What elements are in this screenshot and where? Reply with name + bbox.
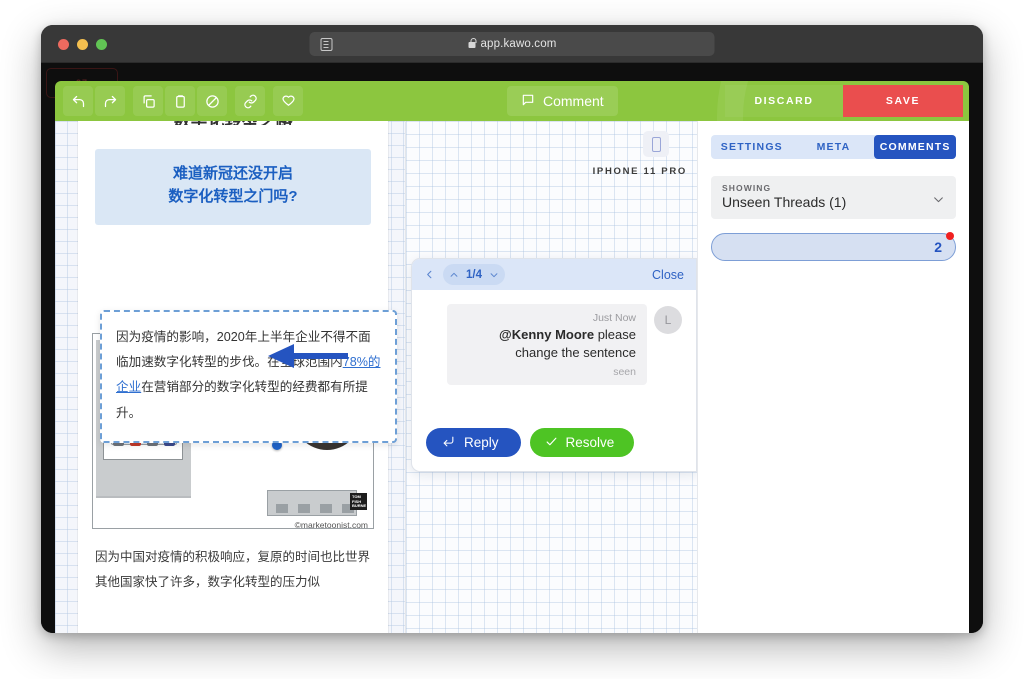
cartoon-credit: ©marketoonist.com [295,520,368,530]
cartoon-signature: TOM FISH BURNE [350,493,367,510]
reply-button[interactable]: Reply [426,428,521,457]
article-bottom-paragraph: 因为中国对疫情的积极响应，复原的时间也比世界其他国家快了许多，数字化转型的压力似 [95,545,374,595]
showing-value: Unseen Threads (1) [722,194,945,210]
app-area: 27 [41,63,983,633]
address-bar[interactable]: app.kawo.com [310,32,715,56]
redo-icon[interactable] [95,86,125,116]
phone-icon[interactable] [643,131,669,157]
zoom-window-button[interactable] [96,39,107,50]
selected-paragraph-box[interactable]: 因为疫情的影响，2020年上半年企业不得不面临加速数字化转型的步伐。在全球范围内… [100,310,397,443]
undo-icon[interactable] [63,86,93,116]
link-icon[interactable] [235,86,265,116]
thread-counter: 1/4 [465,269,483,281]
window-traffic-lights [58,39,107,50]
comment-message: Just Now @Kenny Moore please change the … [426,304,682,385]
device-label: IPHONE 11 PRO [593,166,687,177]
reply-label: Reply [464,435,499,450]
comment-thread-body: Just Now @Kenny Moore please change the … [412,290,696,418]
url-text: app.kawo.com [481,38,557,50]
check-icon [545,435,558,451]
comment-timestamp: Just Now [458,312,636,324]
clear-icon[interactable] [197,86,227,116]
comment-text: @Kenny Moore please change the sentence [458,326,636,363]
discard-button[interactable]: DISCARD [725,85,843,117]
comment-bubble[interactable]: Just Now @Kenny Moore please change the … [447,304,647,385]
tab-comments[interactable]: COMMENTS [874,135,956,159]
annotation-arrow-icon [268,343,348,369]
close-window-button[interactable] [58,39,69,50]
article-heading-line1: 难道新冠还没开启 [103,162,363,185]
chevron-down-icon[interactable] [483,270,505,280]
resolve-label: Resolve [566,435,615,450]
enter-arrow-icon [442,435,455,451]
resolve-button[interactable]: Resolve [530,428,635,457]
browser-titlebar: app.kawo.com [41,25,983,63]
panel-tabs: SETTINGS META COMMENTS [711,135,956,159]
chevron-down-icon[interactable] [932,193,945,211]
article-cut-title: 数字化转型之路 [78,121,388,125]
article-heading: 难道新冠还没开启 数字化转型之门吗? [95,149,371,225]
close-thread-button[interactable]: Close [652,268,684,282]
toolbar-action-group: DISCARD SAVE [725,85,963,117]
heart-icon[interactable] [273,86,303,116]
thread-item-count: 2 [934,239,942,255]
cartoon-small-building [267,490,357,516]
reader-view-icon[interactable] [321,38,333,51]
right-panel: SETTINGS META COMMENTS SHOWING Unseen Th… [697,121,969,633]
editor-toolbar: Comment DISCARD SAVE [55,81,969,121]
toolbar-icon-group [63,86,303,116]
save-button[interactable]: SAVE [843,85,963,117]
avatar: L [654,306,682,334]
url-display: app.kawo.com [333,38,693,50]
tab-settings[interactable]: SETTINGS [711,135,793,159]
comment-thread-header: 1/4 Close [412,259,696,290]
article-heading-line2: 数字化转型之门吗? [103,185,363,208]
lock-icon [469,42,476,48]
comment-mode-label: Comment [543,93,604,109]
tab-meta[interactable]: META [793,135,875,159]
chevron-up-icon[interactable] [443,270,465,280]
showing-dropdown[interactable]: SHOWING Unseen Threads (1) [711,176,956,219]
browser-window: app.kawo.com 27 [41,25,983,633]
preview-column: 数字化转型之路 难道新冠还没开启 数字化转型之门吗? 数字化转型还很遥远。我不觉… [55,121,405,633]
comment-status: seen [458,366,636,378]
comment-mention[interactable]: @Kenny Moore [499,327,594,342]
unread-badge-icon [946,232,954,240]
minimize-window-button[interactable] [77,39,88,50]
screenshot-root: app.kawo.com 27 [0,0,1024,679]
canvas-column: IPHONE 11 PRO 1/4 [405,121,697,633]
app-body: 数字化转型之路 难道新冠还没开启 数字化转型之门吗? 数字化转型还很遥远。我不觉… [55,121,969,633]
copy-icon[interactable] [133,86,163,116]
paste-icon[interactable] [165,86,195,116]
selected-paragraph-after: 在营销部分的数字化转型的经费都有所提升。 [116,380,368,419]
showing-label: SHOWING [722,183,945,193]
comment-mode-button[interactable]: Comment [507,86,618,116]
thread-navigation: 1/4 [443,264,505,285]
comment-thread-actions: Reply Resolve [412,418,696,471]
comment-thread-card: 1/4 Close Just Now @Ken [411,258,697,472]
thread-list-item[interactable]: 2 [711,233,956,261]
chevron-left-icon[interactable] [420,266,438,284]
comment-bubble-icon [521,93,535,110]
